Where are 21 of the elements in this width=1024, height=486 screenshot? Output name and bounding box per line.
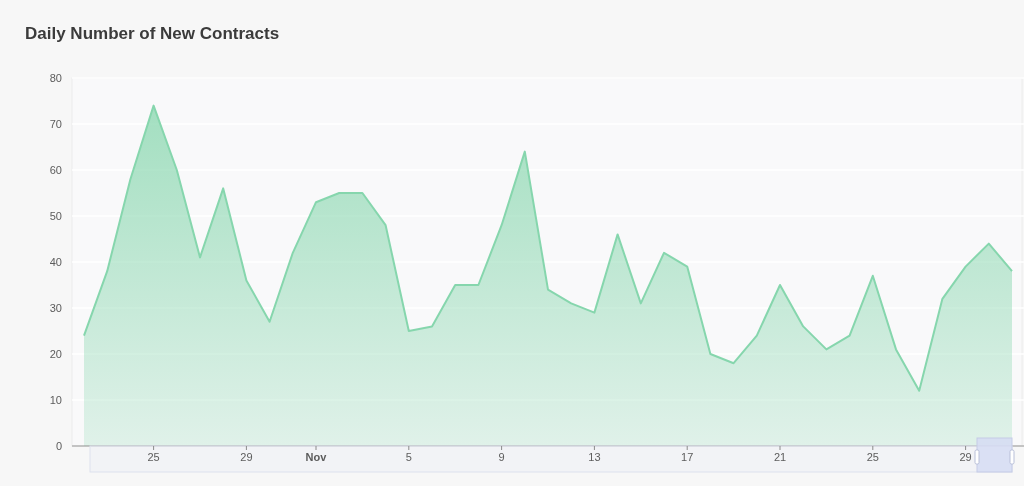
y-tick-label: 40: [49, 256, 62, 268]
y-tick-label: 30: [49, 302, 62, 314]
x-tick-label: 29: [959, 451, 972, 463]
y-tick-label: 10: [49, 394, 62, 406]
x-tick-label: 25: [147, 451, 160, 463]
chart-title: Daily Number of New Contracts: [24, 23, 280, 45]
y-tick-label: 0: [55, 440, 62, 452]
x-tick-label: Nov: [305, 451, 327, 463]
x-tick-label: 21: [773, 451, 787, 463]
y-tick-label: 60: [49, 164, 62, 176]
x-tick-label: 13: [588, 451, 601, 463]
slider-handle[interactable]: [974, 437, 1015, 473]
x-tick-label: 9: [498, 451, 505, 463]
x-tick-label: 5: [405, 451, 412, 463]
x-tick-label: 17: [681, 451, 694, 463]
x-tick-label: 29: [240, 451, 253, 463]
x-tick-label: 25: [866, 451, 879, 463]
y-tick-label: 80: [49, 72, 62, 84]
y-tick-label: 70: [49, 118, 62, 130]
y-tick-label: 50: [49, 210, 62, 222]
y-tick-label: 20: [49, 348, 62, 360]
